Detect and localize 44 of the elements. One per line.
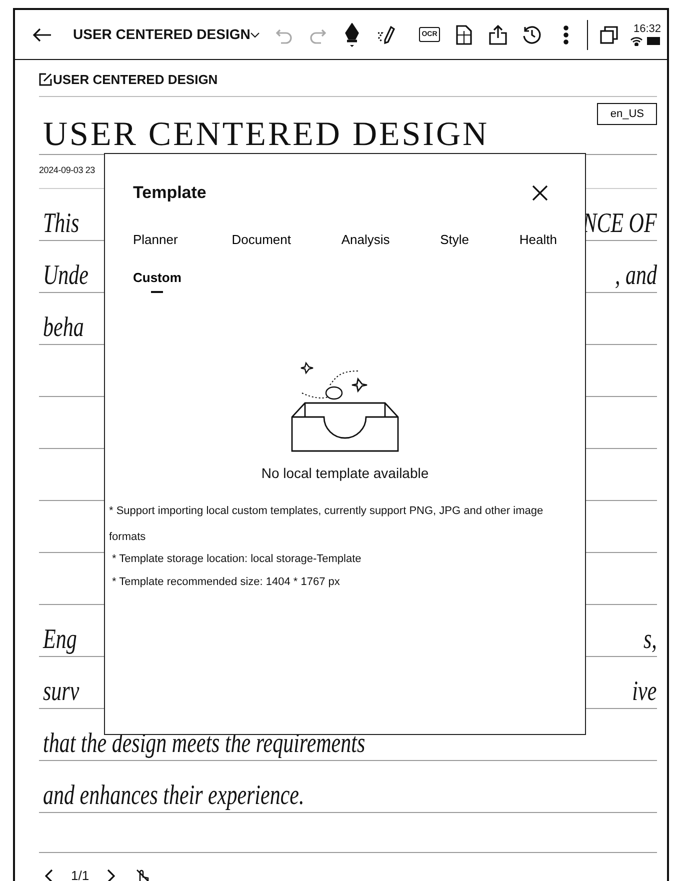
hand-icon — [135, 868, 152, 881]
clock-time: 16:32 — [632, 23, 661, 36]
empty-message: No local template available — [260, 464, 430, 483]
share-icon — [488, 24, 506, 44]
wifi-icon — [630, 36, 643, 46]
template-tab[interactable]: Style — [440, 230, 470, 256]
note-text: * Template storage location: local storage-Template — [111, 554, 362, 565]
handwriting: ive — [632, 678, 657, 706]
battery-icon — [647, 36, 661, 46]
handwriting: beha — [43, 314, 84, 342]
more-icon — [562, 24, 568, 44]
pen-icon — [344, 22, 360, 46]
handwriting: surv — [43, 678, 80, 706]
page-indicator: 1/1 — [71, 866, 90, 881]
template-tab[interactable]: Analysis — [341, 230, 390, 256]
date-text: 2024-09-03 23 — [39, 164, 95, 178]
chevron-right-icon — [107, 868, 116, 881]
handwriting: Unde — [43, 262, 88, 290]
note-text: * Support importing local custom templates, currently support PNG, JPG and other image formats — [109, 504, 544, 545]
handwriting: s, — [644, 626, 657, 654]
dialog-title: Template — [133, 182, 206, 204]
caret-icon — [250, 32, 260, 38]
template-tab[interactable]: Document — [232, 230, 291, 256]
note-text: * Template recommended size: 1404 * 1767 px — [111, 577, 341, 588]
document-split-icon — [456, 24, 472, 44]
history-icon — [522, 24, 542, 44]
close-icon — [532, 185, 548, 201]
note-title: USER CENTERED DESIGN — [53, 71, 218, 89]
handwriting: and enhances their experience. — [43, 782, 304, 810]
windows-icon — [600, 26, 618, 44]
handwriting: , and — [615, 262, 657, 290]
language-button[interactable]: en_US — [597, 102, 657, 125]
lasso-pen-icon — [376, 24, 396, 44]
handwriting: that the design meets the requirements — [43, 730, 366, 758]
handwritten-title: USER CENTERED DESIGN — [43, 118, 490, 152]
handwriting: This — [43, 210, 80, 238]
template-tab[interactable]: Planner — [133, 230, 182, 256]
title-dropdown[interactable]: USER CENTERED DESIGN — [73, 18, 260, 52]
template-tab[interactable]: Health — [519, 230, 557, 256]
back-arrow-icon — [32, 26, 52, 42]
chevron-left-icon — [45, 868, 53, 881]
template-tab[interactable]: Custom — [133, 268, 182, 293]
edit-icon — [39, 73, 52, 86]
handwriting: Eng — [43, 626, 77, 654]
